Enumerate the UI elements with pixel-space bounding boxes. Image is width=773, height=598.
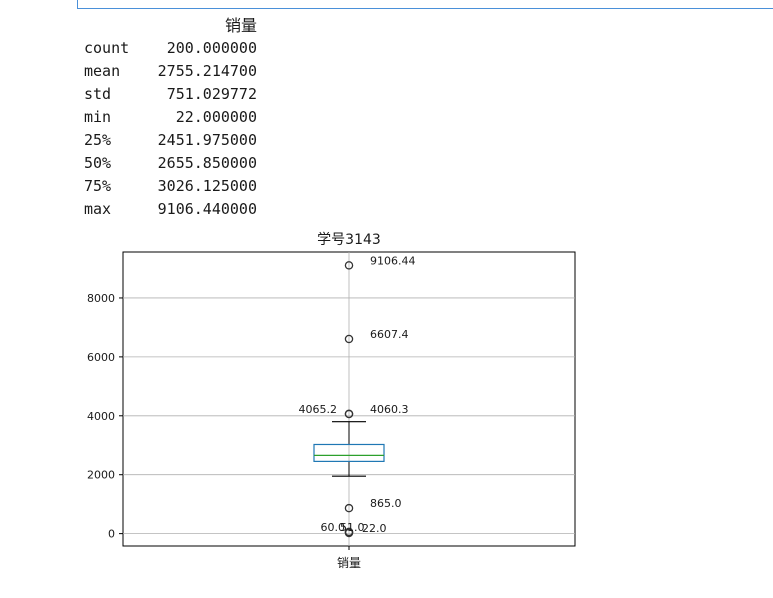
y-tick-label: 4000 [87, 410, 115, 423]
data-label: 4060.3 [370, 403, 409, 416]
y-tick-label: 0 [108, 528, 115, 541]
data-label: 51.0 [340, 521, 365, 534]
data-label: 9106.44 [370, 254, 416, 267]
chart-title: 学号3143 [317, 232, 381, 248]
x-tick-label: 销量 [337, 556, 361, 570]
data-label: 865.0 [370, 497, 402, 510]
boxplot-chart: 学号3143 0 2000 4000 6000 8000 9106.44 6607.4 40… [87, 232, 576, 570]
data-label: 6607.4 [370, 328, 409, 341]
y-tick-label: 6000 [87, 351, 115, 364]
data-label: 4065.2 [299, 403, 338, 416]
y-tick-label: 8000 [87, 292, 115, 305]
data-label: 22.0 [362, 522, 387, 535]
y-tick-label: 2000 [87, 469, 115, 482]
